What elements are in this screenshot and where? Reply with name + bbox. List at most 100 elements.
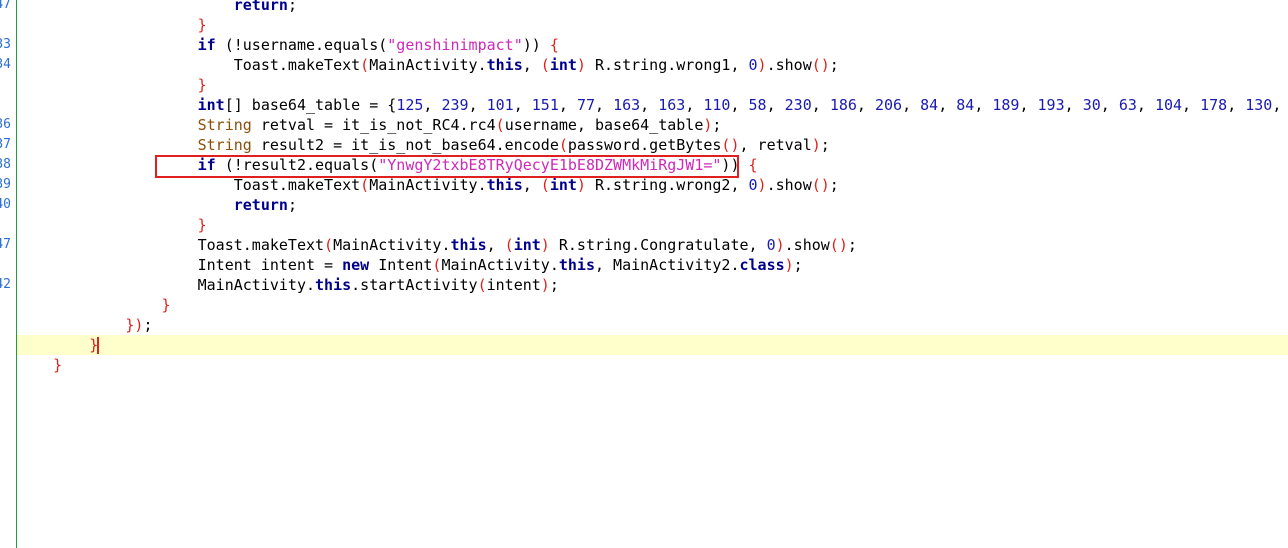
code-line[interactable]: String result2 = it_is_not_base64.encode… xyxy=(17,135,1288,155)
code-token: result2 = it_is_not_base64.encode xyxy=(251,136,559,154)
code-token: ( xyxy=(540,176,550,194)
code-token: 30 xyxy=(1082,96,1101,114)
code-token: if xyxy=(197,36,216,54)
code-token: retval = it_is_not_RC4.rc4 xyxy=(251,116,496,134)
code-token: Toast.makeText xyxy=(17,236,325,254)
code-line[interactable]: return; xyxy=(17,0,1288,15)
code-line[interactable]: } xyxy=(17,75,1288,95)
code-token: 0 xyxy=(748,56,758,74)
code-token: class xyxy=(739,256,785,274)
code-token: new xyxy=(342,256,370,274)
code-token: Intent xyxy=(369,256,433,274)
code-line[interactable]: } xyxy=(17,335,1288,355)
code-token: .show xyxy=(784,236,830,254)
code-token: int xyxy=(549,176,577,194)
code-token: .show xyxy=(766,56,812,74)
code-token: "YnwgY2txbE8TRyQecyE1bE8DZWMkMiRgJW1=" xyxy=(378,156,722,174)
code-line[interactable]: }); xyxy=(17,315,1288,335)
code-token: ) xyxy=(540,236,550,254)
code-token: ) xyxy=(576,176,586,194)
code-token: ; xyxy=(287,196,297,214)
code-token: ; xyxy=(549,276,559,294)
code-token: this xyxy=(558,256,595,274)
code-token: username, base64_table xyxy=(504,116,704,134)
code-token: String xyxy=(197,136,252,154)
code-token: , xyxy=(902,96,921,114)
code-token: 239 xyxy=(441,96,469,114)
code-line[interactable]: } xyxy=(17,295,1288,315)
code-token: , xyxy=(1100,96,1119,114)
code-token: ) xyxy=(784,256,794,274)
code-token: ( xyxy=(215,156,234,174)
code-token: ) xyxy=(757,176,767,194)
code-line[interactable]: String retval = it_is_not_RC4.rc4(userna… xyxy=(17,115,1288,135)
code-token: } xyxy=(161,296,171,314)
code-token: 77 xyxy=(576,96,595,114)
code-token: () xyxy=(811,176,830,194)
code-token: this xyxy=(450,236,487,254)
code-line[interactable]: MainActivity.this.startActivity(intent); xyxy=(17,275,1288,295)
code-token: int xyxy=(197,96,225,114)
line-number: 47 xyxy=(0,237,11,252)
code-token: 178 xyxy=(1200,96,1228,114)
code-token: ; xyxy=(793,256,803,274)
code-token: )) xyxy=(522,36,550,54)
line-number: 37 xyxy=(0,137,11,152)
line-number: 34 xyxy=(0,57,11,72)
line-number: 38 xyxy=(0,157,11,172)
code-token: ; xyxy=(847,236,857,254)
code-token: () xyxy=(829,236,848,254)
code-token: ( xyxy=(215,36,234,54)
code-token: [] base64_table = { xyxy=(224,96,397,114)
code-token: MainActivity. xyxy=(333,236,451,254)
code-line[interactable]: Intent intent = new Intent(MainActivity.… xyxy=(17,255,1288,275)
code-line[interactable]: } xyxy=(17,215,1288,235)
code-token: 125 xyxy=(396,96,424,114)
line-number: 42 xyxy=(0,277,11,292)
code-token: ( xyxy=(324,236,334,254)
code-token: 84 xyxy=(920,96,939,114)
code-line[interactable]: Toast.makeText(MainActivity.this, (int) … xyxy=(17,235,1288,255)
line-number: 39 xyxy=(0,177,11,192)
code-line-highlighted[interactable]: if (!result2.equals("YnwgY2txbE8TRyQecyE… xyxy=(17,155,1288,175)
code-line[interactable]: Toast.makeText(MainActivity.this, (int) … xyxy=(17,175,1288,195)
code-token: password.getBytes xyxy=(567,136,722,154)
code-line[interactable]: Toast.makeText(MainActivity.this, (int) … xyxy=(17,55,1288,75)
code-token: Toast.makeText xyxy=(17,56,361,74)
code-line[interactable]: } xyxy=(17,355,1288,375)
code-token: , xyxy=(856,96,875,114)
code-editor[interactable]: return; } if (!username.equals("genshini… xyxy=(17,0,1288,548)
code-token: } xyxy=(197,16,207,34)
code-token: int xyxy=(513,236,541,254)
code-token: Intent intent = xyxy=(17,256,343,274)
code-line[interactable]: return; xyxy=(17,195,1288,215)
code-token: 206 xyxy=(874,96,903,114)
code-token: 84 xyxy=(956,96,975,114)
code-token: , xyxy=(730,96,749,114)
code-token: String xyxy=(197,116,252,134)
code-line[interactable]: if (!username.equals("genshinimpact")) { xyxy=(17,35,1288,55)
code-token: 163 xyxy=(658,96,686,114)
code-token: , xyxy=(974,96,993,114)
code-line[interactable]: } xyxy=(17,15,1288,35)
code-token: () xyxy=(811,56,830,74)
code-token: 0 xyxy=(766,236,776,254)
code-token: this xyxy=(315,276,352,294)
code-token: int xyxy=(549,56,577,74)
code-token: ; xyxy=(829,176,839,194)
code-token: MainActivity. xyxy=(369,176,487,194)
code-token: 163 xyxy=(613,96,641,114)
code-token: 0 xyxy=(748,176,758,194)
code-token: ( xyxy=(540,56,550,74)
code-line[interactable]: int[] base64_table = {125, 239, 101, 151… xyxy=(17,95,1288,115)
code-token: , xyxy=(1182,96,1201,114)
code-token: if xyxy=(197,156,216,174)
code-token: ; xyxy=(712,116,722,134)
